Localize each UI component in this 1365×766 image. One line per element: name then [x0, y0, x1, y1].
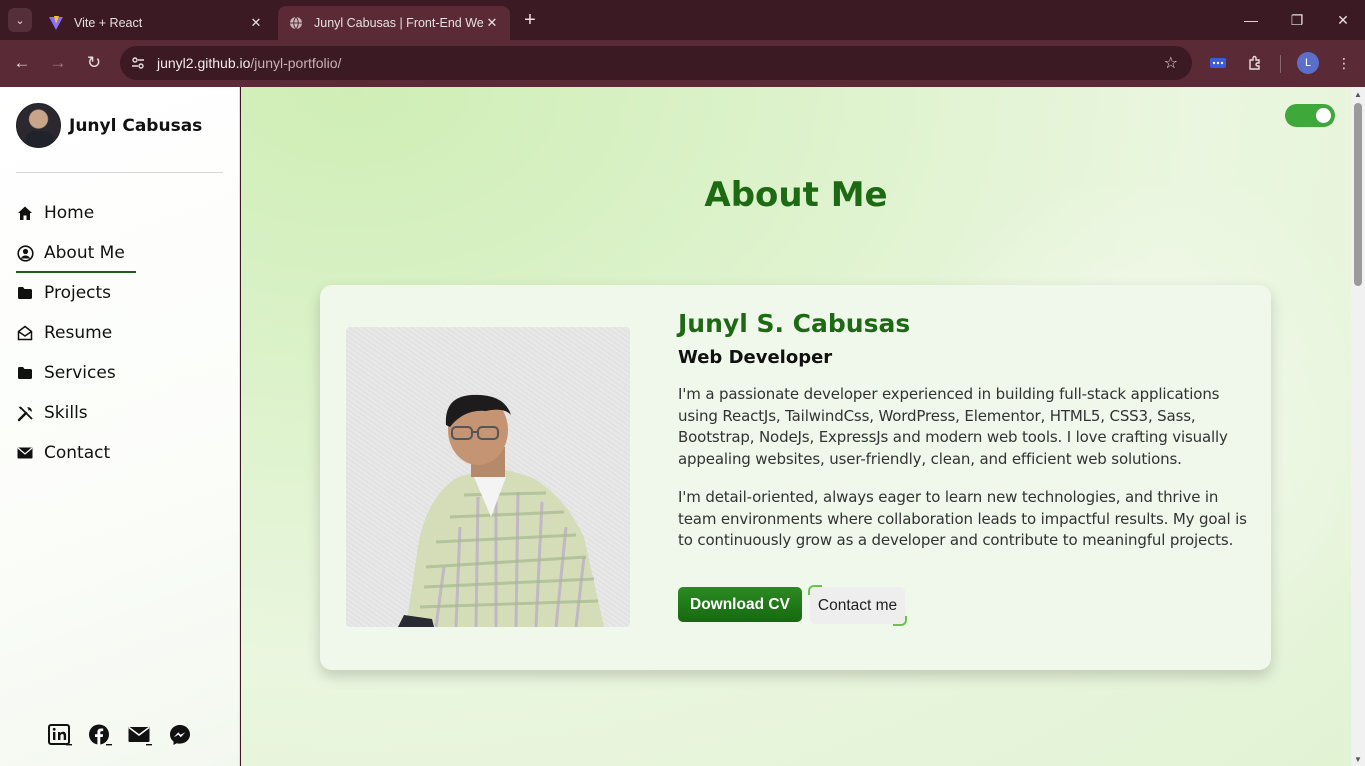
download-cv-button[interactable]: Download CV — [678, 587, 802, 622]
scroll-down-arrow-icon[interactable]: ▼ — [1354, 755, 1362, 764]
password-manager-icon[interactable] — [1207, 52, 1229, 74]
about-card: Junyl S. Cabusas Web Developer I'm a pas… — [320, 285, 1271, 670]
tools-icon — [16, 404, 34, 422]
url-text: junyl2.github.io/junyl-portfolio/ — [157, 55, 341, 71]
brand-name: Junyl Cabusas — [69, 115, 203, 136]
profile-avatar[interactable]: L — [1297, 52, 1319, 74]
person-name: Junyl S. Cabusas — [678, 309, 911, 338]
bio-paragraph: I'm detail-oriented, always eager to lea… — [678, 487, 1247, 550]
sidebar-item-label: Services — [44, 363, 116, 383]
globe-icon — [288, 15, 304, 31]
vite-logo-icon — [48, 15, 64, 31]
toolbar-divider — [1280, 55, 1281, 73]
browser-tab-bar: ⌄ Vite + React ✕ Junyl Cabusas | Front-E… — [0, 0, 1365, 40]
page-scrollbar[interactable]: ▲ ▼ — [1351, 87, 1365, 766]
about-text: Junyl S. Cabusas Web Developer I'm a pas… — [678, 309, 1253, 552]
folder-icon — [16, 364, 34, 382]
scroll-up-arrow-icon[interactable]: ▲ — [1354, 90, 1362, 99]
sidebar-item-label: Projects — [44, 283, 112, 303]
site-settings-icon[interactable] — [128, 53, 148, 73]
window-close-icon[interactable]: ✕ — [1331, 8, 1355, 32]
extensions-puzzle-icon[interactable] — [1244, 52, 1266, 74]
folder-icon — [16, 284, 34, 302]
url-domain: junyl2.github.io — [157, 55, 251, 71]
more-menu-icon[interactable]: ⋮ — [1333, 52, 1355, 74]
sidebar-item-label: About Me — [44, 243, 125, 263]
bio-paragraph: I'm a passionate developer experienced i… — [678, 385, 1228, 469]
bookmark-star-icon[interactable]: ☆ — [1164, 53, 1178, 73]
email-icon[interactable] — [128, 723, 152, 747]
tab-close-icon[interactable]: ✕ — [484, 15, 500, 31]
brand[interactable]: Junyl Cabusas — [16, 103, 202, 148]
theme-toggle[interactable] — [1285, 104, 1335, 127]
envelope-open-icon — [16, 324, 34, 342]
sidebar-divider — [16, 172, 223, 173]
sidebar-item-label: Home — [44, 203, 95, 223]
sidebar-item-services[interactable]: Services — [16, 353, 125, 393]
sidebar-item-label: Skills — [44, 403, 88, 423]
avatar — [16, 103, 61, 148]
linkedin-icon[interactable] — [48, 723, 72, 747]
tab-vite-react[interactable]: Vite + React ✕ — [38, 6, 274, 40]
sidebar: Junyl Cabusas Home About Me Projects Res… — [0, 87, 240, 766]
sidebar-item-about-me[interactable]: About Me — [16, 233, 136, 273]
sidebar-item-skills[interactable]: Skills — [16, 393, 125, 433]
url-path: /junyl-portfolio/ — [250, 55, 342, 71]
forward-arrow-icon[interactable]: → — [46, 51, 70, 75]
minimize-icon[interactable]: — — [1239, 8, 1263, 32]
scroll-thumb[interactable] — [1354, 103, 1362, 286]
envelope-icon — [16, 444, 34, 462]
restore-icon[interactable]: ❐ — [1285, 8, 1309, 32]
home-icon — [16, 204, 34, 222]
back-arrow-icon[interactable]: ← — [10, 51, 34, 75]
action-buttons: Download CV Contact me — [678, 585, 908, 626]
toggle-knob — [1316, 108, 1331, 123]
sidebar-item-projects[interactable]: Projects — [16, 273, 125, 313]
sidebar-item-label: Resume — [44, 323, 113, 343]
social-links — [48, 723, 192, 747]
facebook-icon[interactable] — [88, 723, 112, 747]
sidebar-nav: Home About Me Projects Resume Services S… — [16, 193, 136, 473]
tab-close-icon[interactable]: ✕ — [248, 15, 264, 31]
messenger-icon[interactable] — [168, 723, 192, 747]
address-bar[interactable]: junyl2.github.io/junyl-portfolio/ ☆ — [120, 46, 1192, 80]
sidebar-item-contact[interactable]: Contact — [16, 433, 125, 473]
tab-search-chevron-icon[interactable]: ⌄ — [8, 8, 32, 32]
reload-icon[interactable]: ↻ — [82, 51, 106, 75]
sidebar-item-home[interactable]: Home — [16, 193, 125, 233]
tab-title: Vite + React — [74, 16, 143, 30]
main-content: About Me Junyl S. Cabusas Web Developer … — [241, 87, 1351, 766]
user-circle-icon — [16, 244, 34, 262]
page-title: About Me — [704, 175, 888, 215]
sidebar-item-resume[interactable]: Resume — [16, 313, 125, 353]
tab-portfolio[interactable]: Junyl Cabusas | Front-End Web ✕ — [278, 6, 510, 40]
profile-photo — [346, 327, 630, 627]
new-tab-plus-icon[interactable]: + — [519, 9, 541, 31]
tab-title: Junyl Cabusas | Front-End Web — [314, 16, 484, 30]
person-role: Web Developer — [678, 347, 833, 368]
contact-me-button[interactable]: Contact me — [807, 585, 908, 626]
sidebar-item-label: Contact — [44, 443, 111, 463]
browser-toolbar: ← → ↻ junyl2.github.io/junyl-portfolio/ … — [0, 40, 1365, 87]
